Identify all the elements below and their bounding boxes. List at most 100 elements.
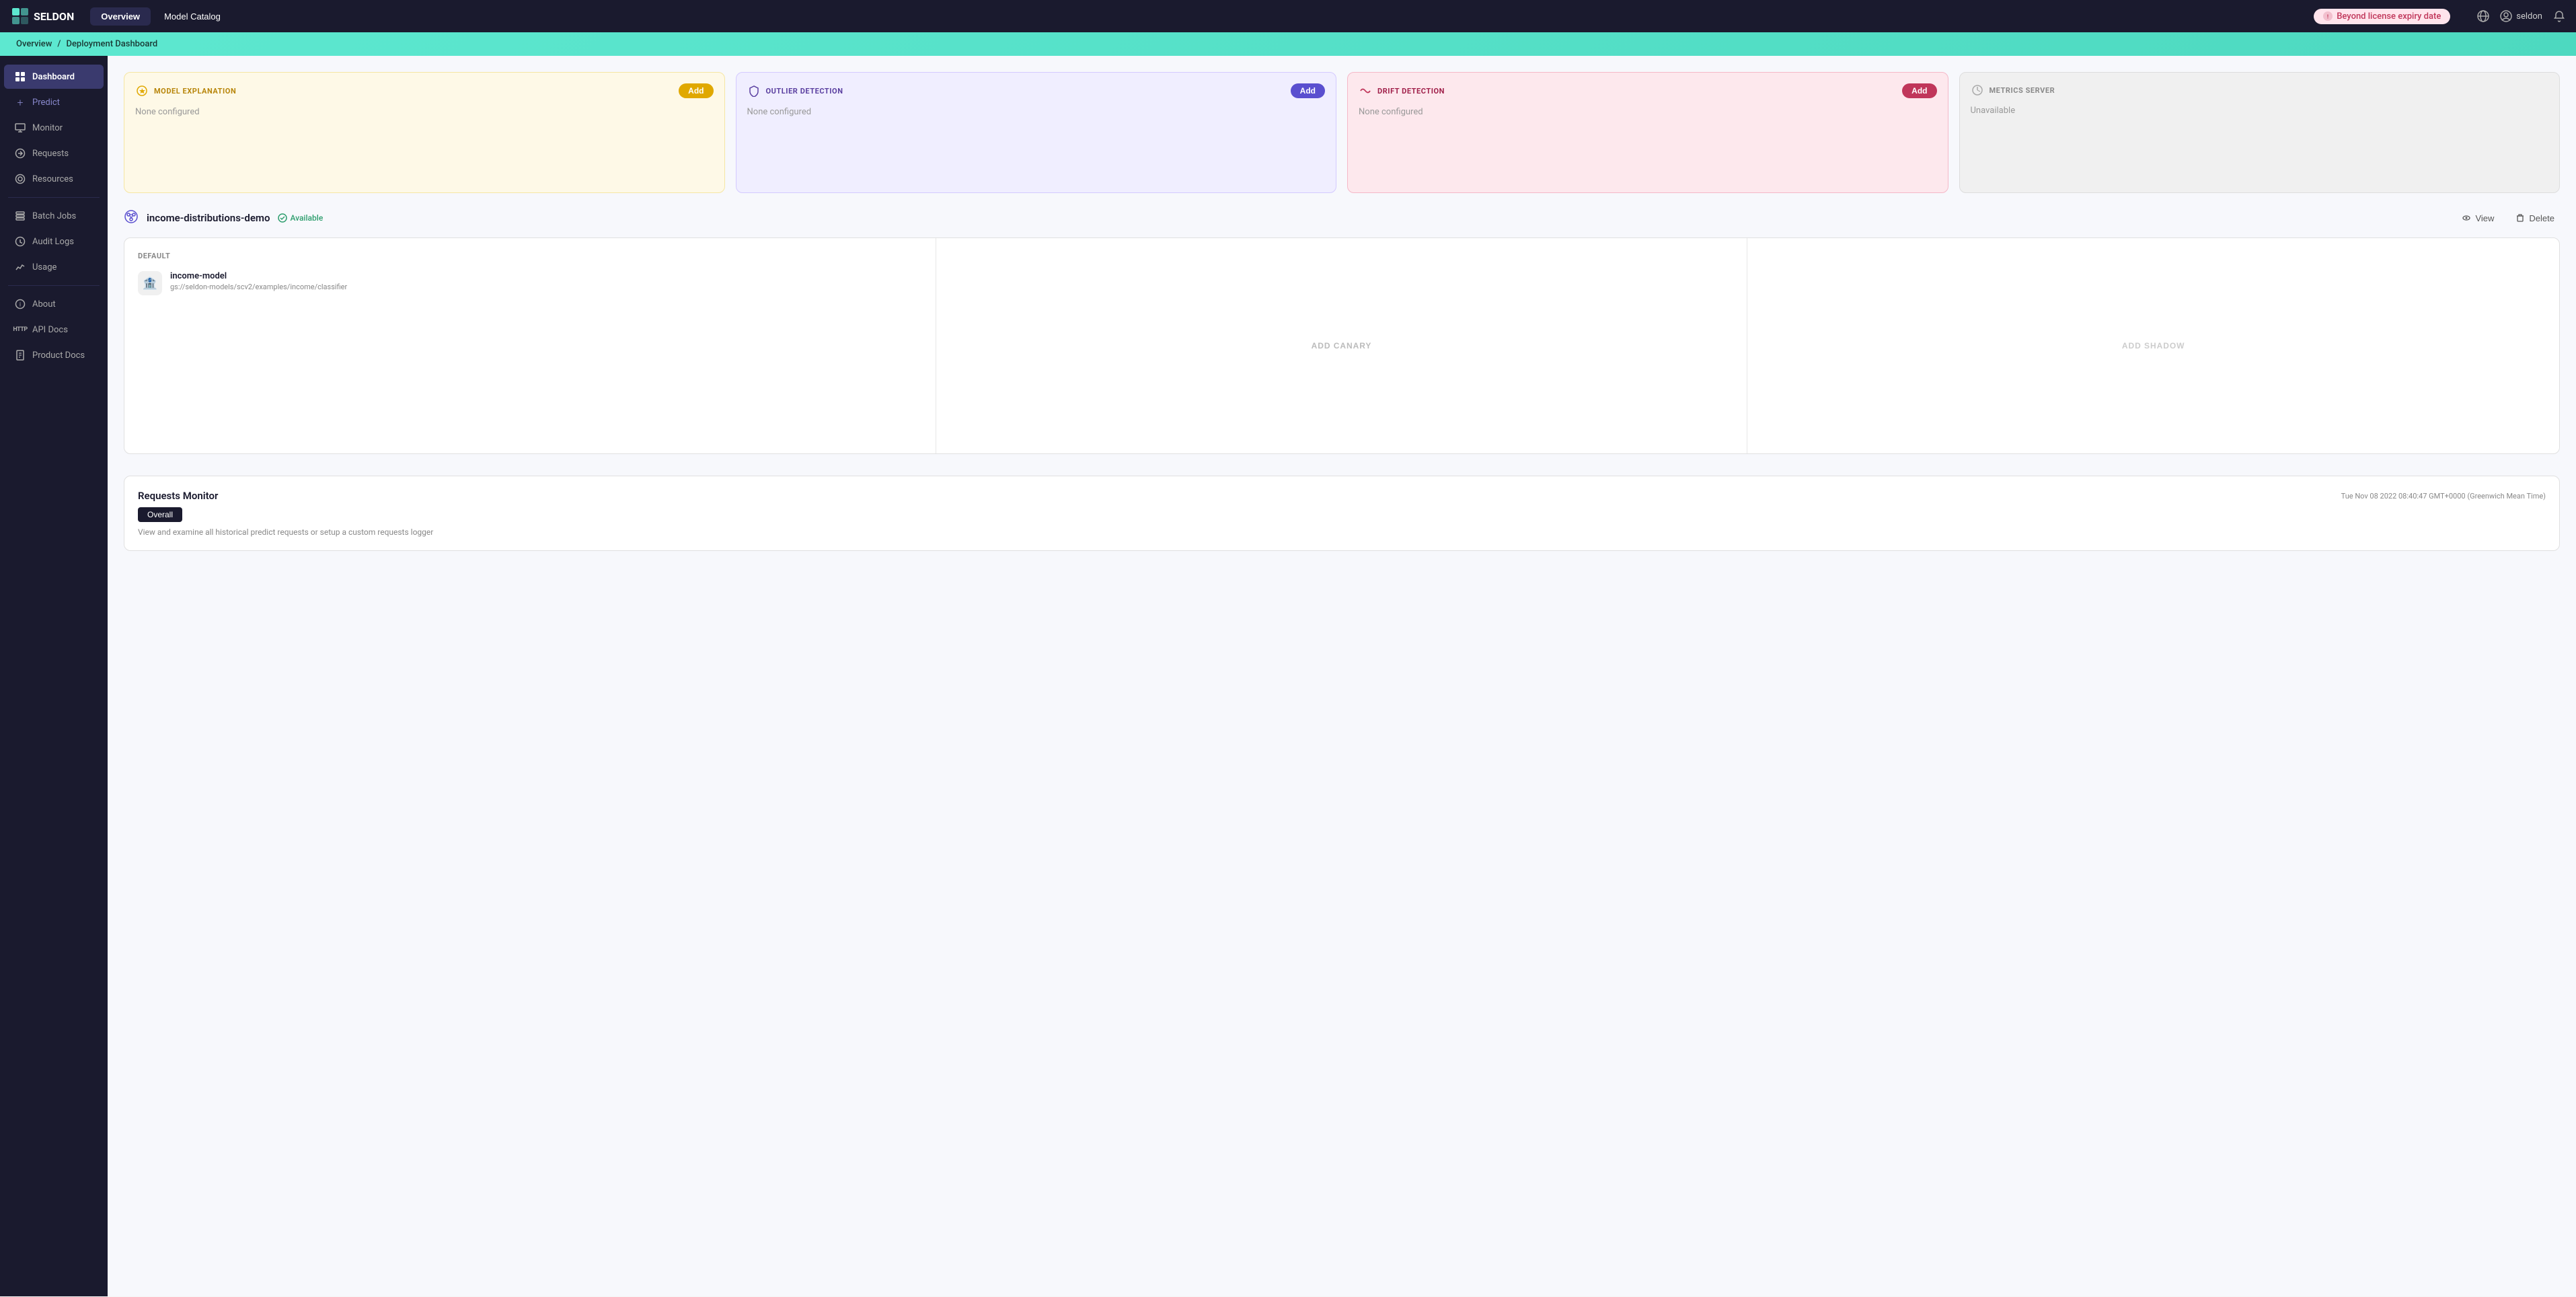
sidebar-label-api-docs: API Docs [32, 325, 68, 335]
sidebar-item-monitor[interactable]: Monitor [4, 116, 104, 140]
resources-icon [15, 174, 26, 184]
add-canary-button[interactable]: ADD CANARY [950, 252, 1734, 440]
sidebar-item-batch-jobs[interactable]: Batch Jobs [4, 204, 104, 228]
pipeline-col-shadow: ADD SHADOW [1747, 238, 2559, 453]
card-metrics-server: METRICS SERVER Unavailable [1959, 72, 2561, 193]
top-nav: SELDON Overview Model Catalog ! Beyond l… [0, 0, 2576, 32]
star-icon [135, 84, 149, 98]
sidebar-label-resources: Resources [32, 174, 73, 184]
card-title-model-explanation: MODEL EXPLANATION [154, 87, 236, 96]
model-icon: 🏦 [138, 271, 162, 295]
tab-overview[interactable]: Overview [90, 7, 151, 26]
sidebar-item-predict[interactable]: + Predict [4, 90, 104, 114]
trash-icon [2515, 213, 2525, 223]
requests-monitor: Requests Monitor Tue Nov 08 2022 08:40:4… [124, 476, 2560, 551]
sidebar-item-resources[interactable]: Resources [4, 167, 104, 191]
seldon-logo-icon [11, 7, 30, 26]
model-card: 🏦 income-model gs://seldon-models/scv2/e… [138, 271, 922, 295]
monitor-timestamp: Tue Nov 08 2022 08:40:47 GMT+0000 (Green… [2341, 492, 2546, 501]
overall-button[interactable]: Overall [138, 507, 182, 522]
logo: SELDON [11, 7, 74, 26]
requests-icon [15, 148, 26, 159]
user-info: seldon [2500, 10, 2542, 22]
model-explanation-none: None configured [135, 107, 200, 117]
metrics-icon [1971, 83, 1984, 97]
sidebar-label-batch-jobs: Batch Jobs [32, 211, 76, 221]
add-drift-detection-button[interactable]: Add [1902, 83, 1936, 98]
sidebar-item-product-docs[interactable]: Product Docs [4, 343, 104, 367]
user-avatar-icon [2500, 10, 2512, 22]
check-circle-icon [278, 213, 287, 223]
sidebar-divider-2 [8, 285, 100, 286]
pipeline-col-canary: ADD CANARY [936, 238, 1748, 453]
breadcrumb-overview[interactable]: Overview [16, 39, 52, 49]
breadcrumb-separator: / [57, 39, 61, 49]
svg-text:i: i [20, 302, 21, 309]
grid-icon [15, 71, 26, 82]
drift-detection-none: None configured [1359, 107, 1423, 117]
deployment-actions: View Delete [2456, 211, 2560, 226]
model-name: income-model [170, 271, 347, 281]
breadcrumb: Overview / Deployment Dashboard [0, 32, 2576, 56]
batch-icon [15, 211, 26, 221]
model-emoji-icon: 🏦 [143, 276, 157, 291]
sidebar-label-predict: Predict [32, 98, 60, 108]
sidebar-divider-1 [8, 197, 100, 198]
sidebar-label-monitor: Monitor [32, 123, 63, 133]
sidebar-label-about: About [32, 299, 56, 309]
card-outlier-detection: OUTLIER DETECTION Add None configured [736, 72, 1337, 193]
card-title-metrics-server: METRICS SERVER [1990, 86, 2055, 95]
monitor-header: Requests Monitor Tue Nov 08 2022 08:40:4… [138, 490, 2546, 502]
sidebar-label-usage: Usage [32, 262, 56, 272]
globe-icon [2477, 10, 2489, 22]
cards-row: MODEL EXPLANATION Add None configured OU… [124, 72, 2560, 193]
status-badge: Available [278, 213, 323, 223]
audit-icon [15, 236, 26, 247]
shield-icon [747, 84, 761, 98]
sidebar-label-requests: Requests [32, 149, 69, 159]
breadcrumb-deployment-dashboard: Deployment Dashboard [66, 39, 157, 49]
plus-icon: + [15, 97, 26, 108]
pipeline-default-title: Default [138, 252, 922, 260]
monitor-title: Requests Monitor [138, 490, 218, 502]
sidebar-item-usage[interactable]: Usage [4, 255, 104, 279]
card-title-drift-detection: DRIFT DETECTION [1377, 87, 1445, 96]
eye-icon [2462, 213, 2471, 223]
bell-icon[interactable] [2553, 10, 2565, 22]
user-name: seldon [2516, 11, 2542, 22]
sidebar-item-about[interactable]: i About [4, 292, 104, 316]
sidebar-item-api-docs[interactable]: HTTP API Docs [4, 318, 104, 342]
delete-button[interactable]: Delete [2510, 211, 2560, 226]
outlier-detection-none: None configured [747, 107, 812, 117]
card-model-explanation: MODEL EXPLANATION Add None configured [124, 72, 725, 193]
deployment-name: income-distributions-demo [147, 212, 270, 224]
add-shadow-button[interactable]: ADD SHADOW [1761, 252, 2546, 440]
about-icon: i [15, 299, 26, 309]
logo-text: SELDON [34, 10, 74, 23]
tab-model-catalog[interactable]: Model Catalog [153, 7, 231, 26]
card-drift-detection: DRIFT DETECTION Add None configured [1347, 72, 1948, 193]
top-nav-right: seldon [2477, 10, 2565, 22]
sidebar-label-audit-logs: Audit Logs [32, 237, 74, 247]
main-content: MODEL EXPLANATION Add None configured OU… [108, 56, 2576, 1296]
pipeline-grid: Default 🏦 income-model gs://seldon-model… [124, 237, 2560, 454]
sidebar-label-product-docs: Product Docs [32, 350, 85, 361]
pipeline-col-default: Default 🏦 income-model gs://seldon-model… [124, 238, 936, 453]
deployment-header: income-distributions-demo Available View… [124, 209, 2560, 227]
docs-icon [15, 350, 26, 361]
sidebar-item-audit-logs[interactable]: Audit Logs [4, 229, 104, 254]
sidebar-label-dashboard: Dashboard [32, 72, 75, 82]
monitor-description: View and examine all historical predict … [138, 527, 2546, 537]
license-badge[interactable]: ! Beyond license expiry date [2314, 9, 2450, 24]
sidebar-item-requests[interactable]: Requests [4, 141, 104, 165]
top-nav-tabs: Overview Model Catalog [90, 7, 231, 26]
view-button[interactable]: View [2456, 211, 2499, 226]
model-path: gs://seldon-models/scv2/examples/income/… [170, 283, 347, 291]
add-outlier-detection-button[interactable]: Add [1291, 83, 1325, 98]
svg-text:!: ! [2327, 14, 2328, 20]
add-model-explanation-button[interactable]: Add [679, 83, 713, 98]
drift-icon [1359, 84, 1372, 98]
sidebar-item-dashboard[interactable]: Dashboard [4, 65, 104, 89]
warning-icon: ! [2323, 11, 2333, 21]
api-icon: HTTP [15, 324, 26, 335]
